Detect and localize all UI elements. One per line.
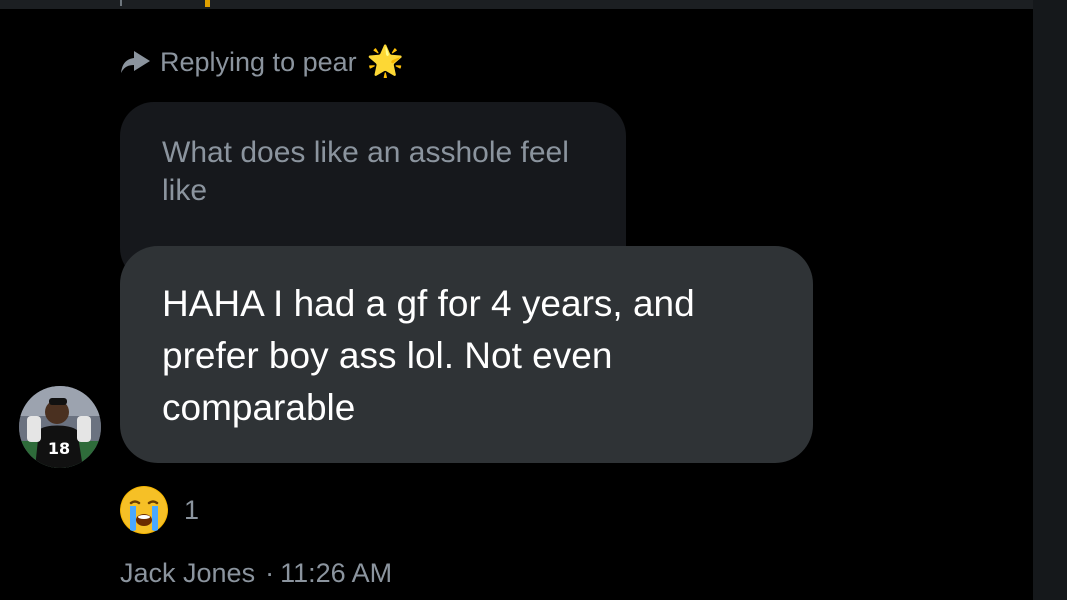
- reply-context[interactable]: Replying to pear 🌟: [120, 42, 404, 82]
- glowing-star-icon: 🌟: [366, 45, 404, 78]
- emoji-fragment: [205, 0, 210, 7]
- message-text: HAHA I had a gf for 4 years, and prefer …: [162, 283, 695, 428]
- dm-conversation-view: Replying to pear 🌟 What does like an ass…: [0, 0, 1067, 600]
- divider-mark: [120, 0, 122, 6]
- previous-message-edge: [0, 0, 1067, 9]
- sender-name: Jack Jones: [120, 558, 256, 588]
- jersey-number: 18: [48, 439, 70, 458]
- crying-face-icon: [120, 486, 168, 534]
- message-bubble[interactable]: HAHA I had a gf for 4 years, and prefer …: [120, 246, 813, 463]
- replying-to-label: Replying to pear: [160, 46, 357, 77]
- message-time: 11:26 AM: [280, 558, 393, 588]
- reaction-count: 1: [184, 494, 200, 525]
- side-panel-edge: [1033, 0, 1067, 600]
- avatar[interactable]: 18: [19, 386, 101, 468]
- reaction-badge[interactable]: 1: [120, 486, 199, 534]
- message-meta: Jack Jones · 11:26 AM: [120, 558, 392, 589]
- reply-arrow-icon: [120, 47, 154, 77]
- quoted-message-text: What does like an asshole feel like: [162, 136, 569, 207]
- meta-separator: ·: [265, 558, 275, 588]
- avatar-image: 18: [19, 386, 101, 468]
